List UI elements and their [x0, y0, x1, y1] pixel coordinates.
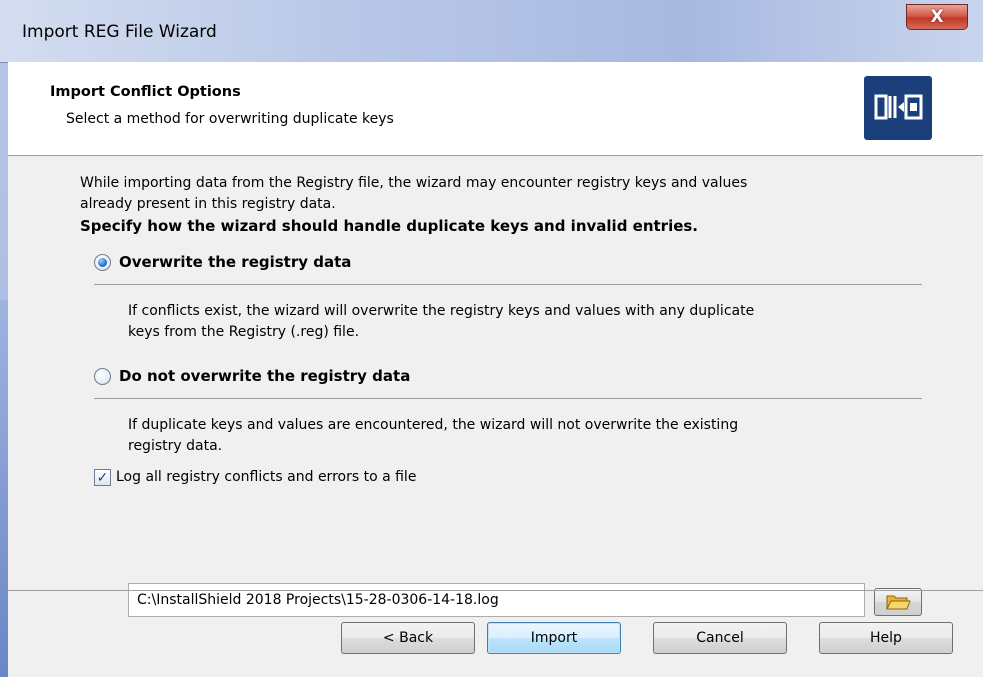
close-button[interactable]: X	[906, 4, 968, 30]
window-title: Import REG File Wizard	[22, 22, 217, 42]
option1-separator	[94, 284, 922, 285]
do-not-overwrite-description-line1: If duplicate keys and values are encount…	[128, 417, 739, 433]
overwrite-description-line2: keys from the Registry (.reg) file.	[128, 324, 360, 340]
wizard-client-area: Import Conflict Options Select a method …	[8, 62, 983, 677]
page-title: Import Conflict Options	[50, 84, 241, 100]
intro-text-line2: already present in this registry data.	[80, 196, 336, 212]
checkmark-icon: ✓	[96, 469, 109, 486]
overwrite-description-line1: If conflicts exist, the wizard will over…	[128, 303, 755, 319]
import-button[interactable]: Import	[487, 622, 621, 654]
window-frame-edge	[0, 300, 8, 677]
header-panel: Import Conflict Options Select a method …	[8, 62, 983, 156]
do-not-overwrite-radio[interactable]	[94, 368, 111, 385]
cancel-button[interactable]: Cancel	[653, 622, 787, 654]
option2-separator	[94, 398, 922, 399]
overwrite-radio[interactable]	[94, 254, 111, 271]
log-conflicts-label[interactable]: Log all registry conflicts and errors to…	[116, 467, 416, 488]
back-button[interactable]: < Back	[341, 622, 475, 654]
intro-text-line1: While importing data from the Registry f…	[80, 175, 748, 191]
log-conflicts-checkbox[interactable]: ✓	[94, 469, 111, 486]
page-subtitle: Select a method for overwriting duplicat…	[66, 111, 394, 127]
wizard-button-bar: < Back Import Cancel Help	[8, 590, 983, 678]
overwrite-radio-label[interactable]: Overwrite the registry data	[119, 252, 351, 273]
title-bar[interactable]: Import REG File Wizard X	[0, 0, 983, 63]
installshield-wizard-icon	[864, 76, 932, 140]
instruction-text: Specify how the wizard should handle dup…	[80, 217, 699, 235]
options-body: While importing data from the Registry f…	[8, 156, 983, 617]
wizard-window: Import REG File Wizard X Import Conflict…	[0, 0, 983, 677]
help-button[interactable]: Help	[819, 622, 953, 654]
close-icon: X	[930, 7, 944, 27]
do-not-overwrite-description-line2: registry data.	[128, 438, 223, 454]
wizard-logo-graphic	[874, 94, 923, 120]
do-not-overwrite-radio-label[interactable]: Do not overwrite the registry data	[119, 366, 410, 387]
